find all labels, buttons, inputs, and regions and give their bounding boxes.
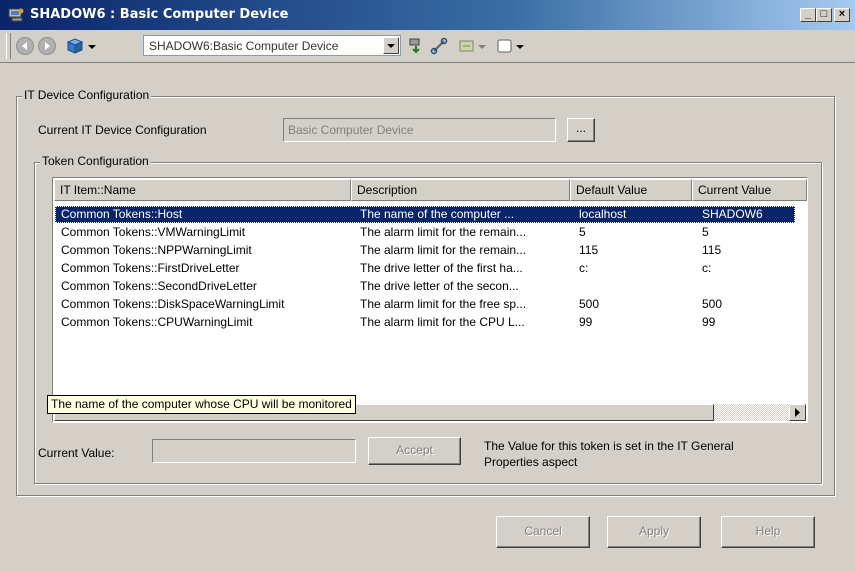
table-row[interactable]: Common Tokens::SecondDriveLetter The dri… bbox=[55, 278, 795, 295]
token-list[interactable]: IT Item::Name Description Default Value … bbox=[52, 177, 808, 423]
combo-dropdown-button[interactable] bbox=[383, 37, 399, 54]
chevron-right-icon bbox=[795, 408, 800, 417]
window-view-icon[interactable] bbox=[496, 37, 514, 55]
column-header-name[interactable]: IT Item::Name bbox=[54, 179, 351, 201]
title-bar[interactable]: SHADOW6 : Basic Computer Device _ □ × bbox=[0, 0, 855, 30]
current-config-field: Basic Computer Device bbox=[283, 118, 556, 142]
row-current-value: c: bbox=[702, 261, 712, 275]
table-row[interactable]: Common Tokens::CPUWarningLimit The alarm… bbox=[55, 314, 795, 331]
it-device-config-legend: IT Device Configuration bbox=[22, 88, 152, 102]
navigate-icon[interactable] bbox=[407, 37, 425, 55]
close-button[interactable]: × bbox=[834, 8, 850, 22]
token-info-line-1: The Value for this token is set in the I… bbox=[484, 439, 734, 453]
aspect-view-icon[interactable] bbox=[458, 37, 476, 55]
chevron-down-icon[interactable] bbox=[87, 37, 97, 55]
token-config-legend: Token Configuration bbox=[40, 154, 151, 168]
chevron-down-icon bbox=[387, 44, 395, 48]
row-current-value: 99 bbox=[702, 315, 716, 329]
current-config-label: Current IT Device Configuration bbox=[38, 123, 207, 137]
scroll-right-button[interactable] bbox=[789, 404, 806, 421]
row-name: Common Tokens::Host bbox=[61, 207, 183, 221]
row-description: The name of the computer ... bbox=[360, 207, 515, 221]
token-info-line-2: Properties aspect bbox=[484, 455, 578, 469]
row-current-value: 115 bbox=[702, 243, 722, 257]
table-row[interactable]: Common Tokens::FirstDriveLetter The driv… bbox=[55, 260, 795, 277]
current-config-value: Basic Computer Device bbox=[288, 123, 414, 137]
object-selector-combo[interactable]: SHADOW6:Basic Computer Device bbox=[143, 35, 401, 56]
row-tooltip: The name of the computer whose CPU will … bbox=[47, 395, 356, 414]
row-description: The alarm limit for the free sp... bbox=[360, 297, 527, 311]
row-current-value: 500 bbox=[702, 297, 723, 311]
row-description: The drive letter of the secon... bbox=[360, 279, 519, 293]
forward-icon[interactable] bbox=[38, 37, 56, 55]
row-default-value: localhost bbox=[579, 207, 627, 221]
maximize-button[interactable]: □ bbox=[816, 8, 832, 22]
row-default-value: 99 bbox=[579, 315, 593, 329]
row-current-value: SHADOW6 bbox=[702, 207, 763, 221]
toolbar-grip[interactable] bbox=[6, 33, 11, 59]
chevron-down-icon[interactable] bbox=[515, 37, 525, 55]
minimize-button[interactable]: _ bbox=[800, 8, 816, 22]
column-header-current-value[interactable]: Current Value bbox=[692, 179, 807, 201]
row-name: Common Tokens::DiskSpaceWarningLimit bbox=[61, 297, 285, 311]
help-button[interactable]: Help bbox=[721, 516, 815, 548]
table-row[interactable]: Common Tokens::NPPWarningLimit The alarm… bbox=[55, 242, 795, 259]
current-value-label: Current Value: bbox=[38, 446, 115, 460]
accept-button[interactable]: Accept bbox=[368, 437, 461, 465]
column-header-description[interactable]: Description bbox=[351, 179, 570, 201]
computer-device-icon bbox=[8, 8, 24, 22]
table-row[interactable]: Common Tokens::VMWarningLimit The alarm … bbox=[55, 224, 795, 241]
object-selector-value: SHADOW6:Basic Computer Device bbox=[149, 39, 339, 53]
row-description: The alarm limit for the remain... bbox=[360, 225, 527, 239]
row-name: Common Tokens::CPUWarningLimit bbox=[61, 315, 253, 329]
row-name: Common Tokens::VMWarningLimit bbox=[61, 225, 246, 239]
link-icon[interactable] bbox=[430, 37, 448, 55]
row-name: Common Tokens::FirstDriveLetter bbox=[61, 261, 240, 275]
row-current-value: 5 bbox=[702, 225, 709, 239]
browse-config-button[interactable]: ... bbox=[567, 118, 595, 142]
toolbar: SHADOW6:Basic Computer Device bbox=[0, 30, 855, 63]
row-default-value: 115 bbox=[579, 243, 599, 257]
row-name: Common Tokens::SecondDriveLetter bbox=[61, 279, 257, 293]
row-default-value: 500 bbox=[579, 297, 600, 311]
row-default-value: 5 bbox=[579, 225, 586, 239]
cancel-button[interactable]: Cancel bbox=[496, 516, 590, 548]
window-title: SHADOW6 : Basic Computer Device bbox=[30, 7, 289, 22]
apply-button[interactable]: Apply bbox=[607, 516, 701, 548]
row-description: The drive letter of the first ha... bbox=[360, 261, 523, 275]
table-row[interactable]: Common Tokens::DiskSpaceWarningLimit The… bbox=[55, 296, 795, 313]
chevron-down-icon[interactable] bbox=[477, 37, 487, 55]
row-default-value: c: bbox=[579, 261, 589, 275]
column-header-default-value[interactable]: Default Value bbox=[570, 179, 692, 201]
row-description: The alarm limit for the CPU L... bbox=[360, 315, 525, 329]
back-icon[interactable] bbox=[16, 37, 34, 55]
row-name: Common Tokens::NPPWarningLimit bbox=[61, 243, 252, 257]
current-value-input[interactable] bbox=[152, 439, 356, 463]
row-description: The alarm limit for the remain... bbox=[360, 243, 527, 257]
object-cube-icon[interactable] bbox=[66, 37, 84, 55]
table-row[interactable]: Common Tokens::Host The name of the comp… bbox=[55, 206, 795, 223]
